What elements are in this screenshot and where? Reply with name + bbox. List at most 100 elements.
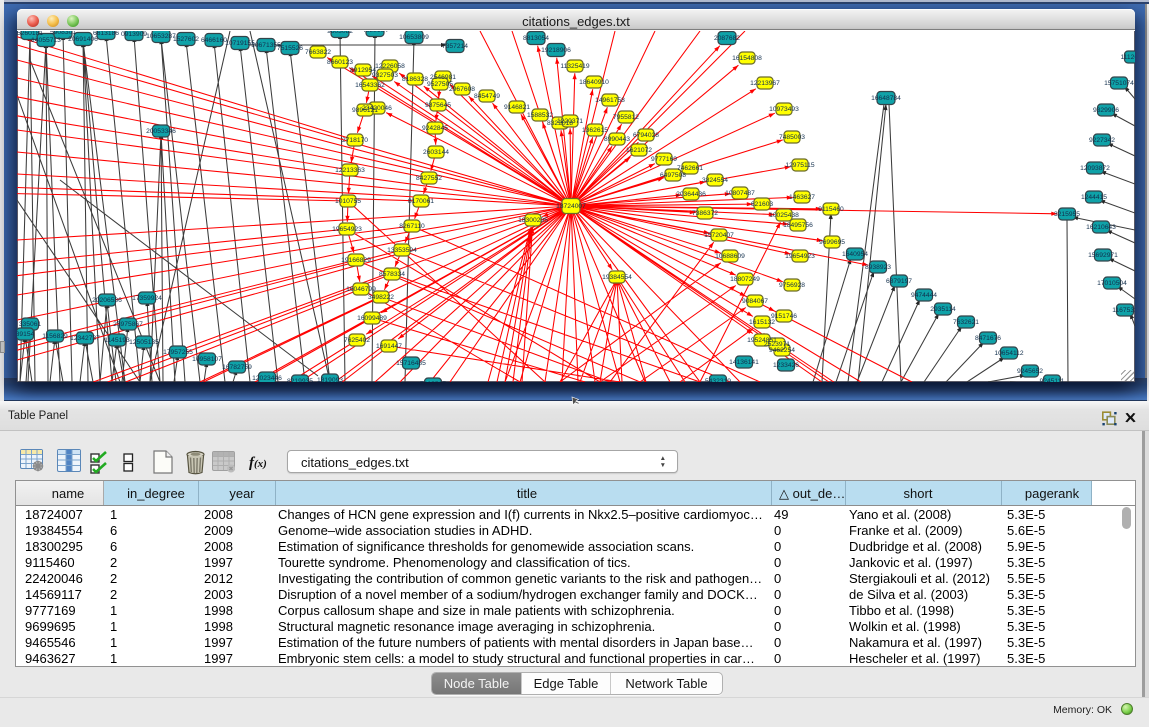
svg-text:19166829: 19166829	[341, 257, 371, 264]
svg-text:1167533: 1167533	[1112, 307, 1135, 314]
svg-text:2087682: 2087682	[714, 35, 740, 42]
svg-text:16782759: 16782759	[222, 364, 252, 371]
svg-text:10653809: 10653809	[399, 34, 429, 41]
svg-text:6497508: 6497508	[660, 172, 686, 179]
svg-text:15751074: 15751074	[1104, 80, 1134, 87]
svg-text:16154808: 16154808	[732, 55, 762, 62]
svg-text:9329906: 9329906	[1093, 107, 1119, 114]
svg-text:1244415: 1244415	[1081, 194, 1107, 201]
svg-text:8219935: 8219935	[287, 378, 313, 382]
svg-text:18807249: 18807249	[730, 276, 760, 283]
svg-text:10653287: 10653287	[146, 33, 176, 40]
svg-text:3824554: 3824554	[702, 177, 728, 184]
svg-text:8990443: 8990443	[604, 136, 630, 143]
svg-text:8427552: 8427552	[416, 175, 442, 182]
svg-text:8471676: 8471676	[975, 335, 1001, 342]
svg-text:7485003: 7485003	[779, 134, 805, 141]
svg-text:7357214: 7357214	[442, 43, 468, 50]
svg-text:20364436: 20364436	[676, 191, 706, 198]
svg-text:2935114: 2935114	[930, 306, 956, 313]
svg-text:19654923: 19654923	[332, 226, 362, 233]
svg-text:2603144: 2603144	[423, 149, 449, 156]
svg-text:9777169: 9777169	[651, 156, 677, 163]
svg-text:9115460: 9115460	[818, 206, 844, 213]
svg-text:1220371: 1220371	[557, 118, 583, 125]
svg-text:16648784: 16648784	[871, 95, 901, 102]
svg-text:9756928: 9756928	[779, 282, 805, 289]
svg-text:16543362: 16543362	[355, 82, 385, 89]
svg-text:1615132: 1615132	[749, 319, 775, 326]
svg-text:39154: 39154	[17, 331, 35, 338]
svg-text:7955812: 7955812	[613, 114, 639, 121]
svg-text:1362615: 1362615	[582, 127, 608, 134]
svg-text:8938923: 8938923	[865, 264, 891, 271]
svg-text:12505135: 12505135	[129, 339, 159, 346]
svg-text:8578334: 8578334	[379, 271, 405, 278]
svg-text:12023446: 12023446	[252, 375, 282, 382]
svg-text:7663822: 7663822	[305, 49, 331, 56]
svg-text:0913909: 0913909	[121, 31, 147, 38]
svg-text:20691406: 20691406	[68, 36, 98, 43]
svg-text:16099489: 16099489	[357, 315, 387, 322]
svg-text:1621072: 1621072	[626, 147, 652, 154]
svg-text:9896121: 9896121	[352, 107, 378, 114]
svg-text:12093872: 12093872	[1080, 165, 1110, 172]
svg-text:335061: 335061	[19, 321, 42, 328]
svg-text:9474444: 9474444	[911, 292, 937, 299]
svg-text:7386372: 7386372	[692, 210, 718, 217]
svg-text:9227342: 9227342	[1089, 137, 1115, 144]
svg-text:7625402: 7625402	[344, 337, 370, 344]
svg-text:2718170: 2718170	[342, 137, 368, 144]
svg-text:9603082: 9603082	[327, 31, 353, 35]
svg-text:9875645: 9875645	[425, 102, 451, 109]
svg-text:6794028: 6794028	[633, 132, 659, 139]
svg-text:14961758: 14961758	[595, 97, 625, 104]
svg-text:13353594: 13353594	[387, 247, 417, 254]
svg-text:2523971: 2523971	[764, 341, 790, 348]
svg-text:7865797: 7865797	[420, 381, 446, 382]
svg-text:5432319: 5432319	[705, 378, 731, 382]
svg-text:9327503: 9327503	[372, 72, 398, 79]
svg-text:18495756: 18495756	[783, 222, 813, 229]
svg-text:16046799: 16046799	[346, 286, 376, 293]
svg-text:15692971: 15692971	[1088, 252, 1118, 259]
svg-text:8267110: 8267110	[399, 223, 425, 230]
svg-text:15716485: 15716485	[396, 360, 426, 367]
svg-text:1819093: 1819093	[317, 377, 343, 382]
svg-text:7515526: 7515526	[277, 45, 303, 52]
svg-text:12213363: 12213363	[335, 167, 365, 174]
svg-text:2967608: 2967608	[449, 86, 475, 93]
svg-text:20206536: 20206536	[92, 297, 122, 304]
svg-text:18724007: 18724007	[556, 203, 586, 210]
svg-text:14136141: 14136141	[729, 359, 759, 366]
svg-text:14055713: 14055713	[31, 37, 61, 44]
svg-text:1588532: 1588532	[527, 112, 553, 119]
svg-text:16210643: 16210643	[1086, 224, 1116, 231]
svg-text:15720407: 15720407	[704, 232, 734, 239]
svg-text:9146821: 9146821	[504, 104, 530, 111]
svg-text:20053346: 20053346	[146, 128, 176, 135]
svg-text:10025438: 10025438	[769, 212, 799, 219]
svg-text:10688609: 10688609	[715, 253, 745, 260]
svg-text:17957255: 17957255	[163, 349, 193, 356]
svg-text:18640910: 18640910	[579, 79, 609, 86]
svg-text:1112640: 1112640	[1120, 54, 1135, 61]
svg-text:23975867: 23975867	[113, 321, 143, 328]
svg-text:9699695: 9699695	[819, 239, 845, 246]
svg-text:3215955: 3215955	[1054, 211, 1080, 218]
svg-text:12213967: 12213967	[750, 80, 780, 87]
svg-text:8170061: 8170061	[408, 198, 434, 205]
svg-text:8660123: 8660123	[327, 59, 353, 66]
svg-text:12342737: 12342737	[70, 335, 100, 342]
svg-text:6466160: 6466160	[201, 37, 227, 44]
svg-text:9084067: 9084067	[742, 298, 768, 305]
svg-text:10654112: 10654112	[994, 350, 1024, 357]
svg-text:621603: 621603	[751, 201, 774, 208]
svg-text:17010504: 17010504	[1097, 280, 1127, 287]
svg-text:1640954: 1640954	[842, 251, 868, 258]
svg-text:6613186: 6613186	[93, 31, 119, 37]
svg-text:9242845: 9242845	[422, 125, 448, 132]
svg-text:2546981: 2546981	[430, 74, 456, 81]
svg-text:9245652: 9245652	[1017, 368, 1043, 375]
svg-text:12226058: 12226058	[375, 63, 405, 70]
